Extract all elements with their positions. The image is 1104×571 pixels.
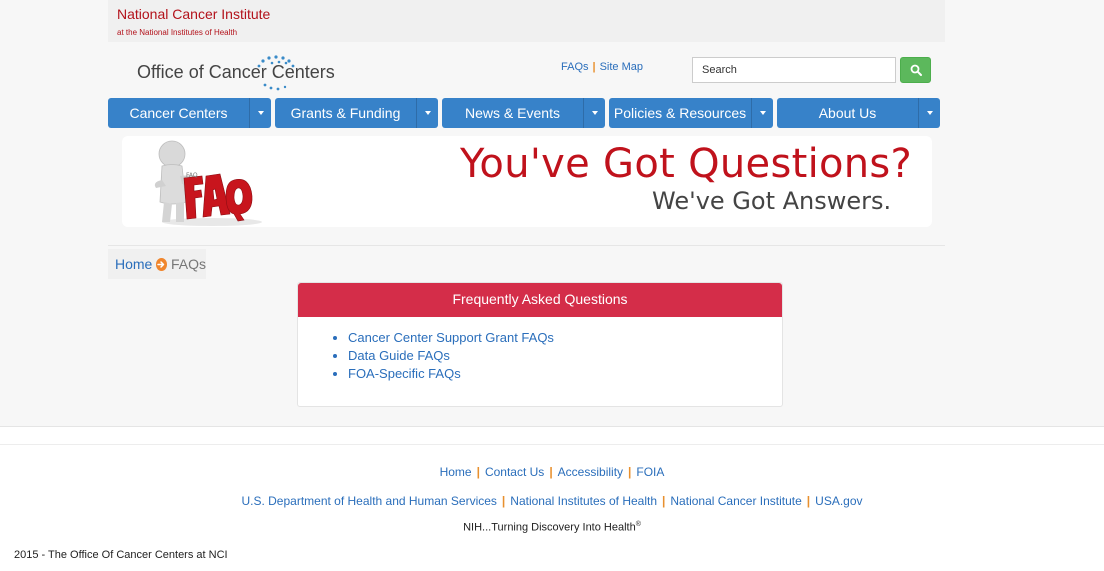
nav-grants-funding[interactable]: Grants & Funding xyxy=(275,98,438,128)
dropdown-toggle[interactable] xyxy=(584,98,605,128)
separator: | xyxy=(549,465,553,479)
separator: | xyxy=(501,494,506,508)
search-button[interactable] xyxy=(900,57,931,83)
footer-nci-link[interactable]: National Cancer Institute xyxy=(670,494,801,508)
chevron-down-icon xyxy=(424,111,431,115)
breadcrumb-home-link[interactable]: Home xyxy=(115,256,152,272)
footer-accessibility-link[interactable]: Accessibility xyxy=(558,465,623,479)
footer-contact-link[interactable]: Contact Us xyxy=(485,465,544,479)
dropdown-toggle[interactable] xyxy=(919,98,940,128)
nav-label[interactable]: News & Events xyxy=(442,98,584,128)
nav-label[interactable]: Grants & Funding xyxy=(275,98,417,128)
faqs-link[interactable]: FAQs xyxy=(561,61,589,73)
chevron-down-icon xyxy=(759,111,766,115)
banner-subline: We've Got Answers. xyxy=(652,187,892,215)
faq-panel-title: Frequently Asked Questions xyxy=(298,283,782,317)
search-icon xyxy=(910,64,922,76)
faq-banner: FAQ You've Got Questions? We've Got Answ… xyxy=(122,136,932,227)
dropdown-toggle[interactable] xyxy=(250,98,271,128)
faq-link-ccsg[interactable]: Cancer Center Support Grant FAQs xyxy=(348,330,554,345)
breadcrumb: Home FAQs xyxy=(108,249,206,279)
separator: | xyxy=(806,494,811,508)
footer-nih-link[interactable]: National Institutes of Health xyxy=(510,494,657,508)
footer-home-link[interactable]: Home xyxy=(440,465,472,479)
footer-hhs-link[interactable]: U.S. Department of Health and Human Serv… xyxy=(241,494,496,508)
agency-subtitle: at the National Institutes of Health xyxy=(117,28,238,37)
footer-foia-link[interactable]: FOIA xyxy=(636,465,664,479)
main-nav: Cancer Centers Grants & Funding News & E… xyxy=(108,98,940,128)
list-item: Data Guide FAQs xyxy=(348,347,782,365)
banner-figure-text: FAQ xyxy=(186,172,198,179)
faq-figure-illustration: FAQ xyxy=(154,140,262,226)
banner-headline: You've Got Questions? xyxy=(460,141,913,187)
nav-news-events[interactable]: News & Events xyxy=(442,98,605,128)
nav-label[interactable]: Cancer Centers xyxy=(108,98,250,128)
chevron-down-icon xyxy=(591,111,598,115)
dropdown-toggle[interactable] xyxy=(417,98,438,128)
registered-mark: ® xyxy=(635,521,641,528)
nav-policies-resources[interactable]: Policies & Resources xyxy=(609,98,773,128)
dropdown-toggle[interactable] xyxy=(752,98,773,128)
footer-links-primary: Home | Contact Us | Accessibility | FOIA xyxy=(0,465,1104,479)
breadcrumb-current: FAQs xyxy=(170,256,206,272)
divider xyxy=(108,245,945,246)
footer-usagov-link[interactable]: USA.gov xyxy=(815,494,862,508)
top-links: FAQs | Site Map xyxy=(561,61,643,73)
separator: | xyxy=(592,61,596,73)
nih-tagline: NIH...Turning Discovery Into Health® xyxy=(463,521,641,534)
chevron-down-icon xyxy=(926,111,933,115)
nav-label[interactable]: Policies & Resources xyxy=(609,98,752,128)
arrow-right-icon xyxy=(156,257,167,271)
faq-list: Cancer Center Support Grant FAQs Data Gu… xyxy=(298,329,782,383)
copyright-text: 2015 - The Office Of Cancer Centers at N… xyxy=(14,549,228,561)
search-input[interactable]: Search xyxy=(692,57,896,83)
logo-dots-icon xyxy=(257,55,295,91)
faq-link-data-guide[interactable]: Data Guide FAQs xyxy=(348,348,450,363)
separator: | xyxy=(476,465,480,479)
nav-label[interactable]: About Us xyxy=(777,98,919,128)
list-item: Cancer Center Support Grant FAQs xyxy=(348,329,782,347)
faq-link-foa-specific[interactable]: FOA-Specific FAQs xyxy=(348,366,461,381)
separator: | xyxy=(662,494,666,508)
chevron-down-icon xyxy=(257,111,264,115)
faq-panel: Frequently Asked Questions Cancer Center… xyxy=(297,282,783,407)
footer-divider xyxy=(0,444,1104,445)
footer-links-agencies: U.S. Department of Health and Human Serv… xyxy=(0,494,1104,508)
agency-title-link[interactable]: National Cancer Institute xyxy=(117,6,270,22)
site-map-link[interactable]: Site Map xyxy=(600,61,643,73)
separator: | xyxy=(628,465,632,479)
nav-cancer-centers[interactable]: Cancer Centers xyxy=(108,98,271,128)
nav-about-us[interactable]: About Us xyxy=(777,98,940,128)
agency-strip: National Cancer Institute at the Nationa… xyxy=(108,0,945,42)
list-item: FOA-Specific FAQs xyxy=(348,365,782,383)
